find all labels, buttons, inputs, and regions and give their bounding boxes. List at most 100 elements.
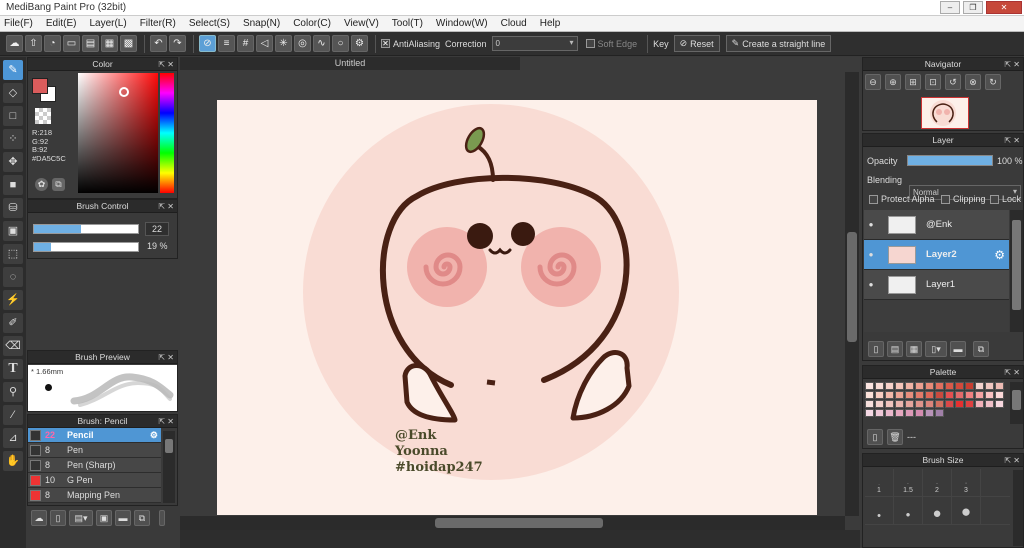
primary-color-swatch[interactable] (32, 78, 48, 94)
redo-icon[interactable]: ↷ (169, 35, 186, 52)
vanishing-point-icon[interactable]: ◁ (256, 35, 273, 52)
panel-controls-icon[interactable]: ⇱ ✕ (158, 200, 174, 213)
palette-swatch[interactable] (985, 382, 994, 390)
rotate-right-icon[interactable]: ↻ (985, 74, 1001, 90)
new-halftone-layer-icon[interactable]: ▤ (887, 341, 903, 357)
select-eraser-tool-icon[interactable]: ⌫ (3, 336, 23, 356)
menu-color[interactable]: Color(C) (293, 18, 331, 29)
palette-swatch[interactable] (875, 382, 884, 390)
palette-swatch[interactable] (885, 409, 894, 417)
cloud-icon[interactable]: ☁ (6, 35, 23, 52)
brush-tool-icon[interactable]: ✎ (3, 60, 23, 80)
visibility-eye-icon[interactable]: ● (864, 250, 878, 259)
palette-swatch[interactable] (975, 382, 984, 390)
eraser-tool-icon[interactable]: ◇ (3, 83, 23, 103)
close-button[interactable]: ✕ (986, 1, 1022, 14)
brush-size-option[interactable]: ● (923, 497, 952, 525)
panel-controls-icon[interactable]: ⇱ ✕ (158, 351, 174, 364)
palette-swatch[interactable] (925, 391, 934, 399)
palette-swatch[interactable] (895, 382, 904, 390)
brush-size-option[interactable]: · 1.5 (894, 469, 923, 497)
grid-icon[interactable]: ▩ (120, 35, 137, 52)
palette-swatch[interactable] (905, 409, 914, 417)
brush-size-scrollbar[interactable] (1013, 470, 1023, 546)
rotate-reset-icon[interactable]: ⊗ (965, 74, 981, 90)
palette-swatch[interactable] (995, 382, 1004, 390)
scroll-thumb[interactable] (1012, 220, 1021, 310)
palette-swatch[interactable] (945, 391, 954, 399)
color-wheel-icon[interactable]: ✿ (35, 178, 48, 191)
palette-swatch[interactable] (905, 400, 914, 408)
collapse-handle-icon[interactable] (159, 510, 165, 526)
correction-select[interactable]: 0 (491, 36, 578, 51)
layout-icon[interactable]: ▦ (101, 35, 118, 52)
folder-icon[interactable]: ▬ (950, 341, 966, 357)
palette-swatch[interactable] (885, 391, 894, 399)
hand-tool-icon[interactable]: ✋ (3, 451, 23, 471)
document-tab[interactable]: Untitled (180, 57, 520, 70)
radial-snap-icon[interactable]: ✳ (275, 35, 292, 52)
fill-rectangle-tool-icon[interactable]: ■ (3, 175, 23, 195)
brush-size-option[interactable]: • (894, 497, 923, 525)
menu-cloud[interactable]: Cloud (501, 18, 527, 29)
select-tool-icon[interactable]: ⬚ (3, 244, 23, 264)
menu-help[interactable]: Help (540, 18, 561, 29)
circle-snap-icon[interactable]: ◎ (294, 35, 311, 52)
scroll-thumb[interactable] (435, 518, 603, 528)
palette-swatch[interactable] (865, 382, 874, 390)
palette-swatch[interactable] (925, 400, 934, 408)
panel-controls-icon[interactable]: ⇱ ✕ (158, 415, 174, 428)
layer-row[interactable]: ● @Enk (864, 210, 1009, 240)
actual-size-icon[interactable]: ⊡ (925, 74, 941, 90)
panel-controls-icon[interactable]: ⇱ ✕ (158, 58, 174, 71)
panel-controls-icon[interactable]: ⇱ ✕ (1004, 58, 1020, 71)
palette-icon[interactable]: ⧉ (52, 178, 65, 191)
brush-size-option[interactable]: · 3 (952, 469, 981, 497)
rectangle-tool-icon[interactable]: □ (3, 106, 23, 126)
upload-icon[interactable]: ⇧ (25, 35, 42, 52)
palette-scrollbar[interactable] (1010, 382, 1023, 424)
new-brush-icon[interactable]: ▯ (50, 510, 66, 526)
palette-swatch[interactable] (935, 400, 944, 408)
visibility-eye-icon[interactable]: ● (864, 280, 878, 289)
menu-tool[interactable]: Tool(T) (392, 18, 423, 29)
brush-item[interactable]: 22 Pencil ⚙ (28, 428, 161, 443)
palette-swatch[interactable] (895, 400, 904, 408)
palette-swatch[interactable] (995, 391, 1004, 399)
move-tool-icon[interactable]: ✥ (3, 152, 23, 172)
palette-swatch[interactable] (895, 391, 904, 399)
lock-checkbox[interactable] (990, 194, 999, 204)
scroll-thumb[interactable] (165, 439, 173, 453)
menu-filter[interactable]: Filter(R) (140, 18, 176, 29)
palette-swatch[interactable] (945, 400, 954, 408)
palette-swatch[interactable] (975, 400, 984, 408)
trash-icon[interactable]: 🗑 (887, 429, 903, 445)
add-layer-dropdown-icon[interactable]: ▯▾ (925, 341, 947, 357)
parallel-snap-icon[interactable]: ≡ (218, 35, 235, 52)
saturation-value-picker[interactable] (78, 73, 158, 193)
palette-swatch[interactable] (865, 409, 874, 417)
zoom-out-icon[interactable]: ⊖ (865, 74, 881, 90)
color-picker-cursor[interactable] (119, 87, 129, 97)
curve-snap-icon[interactable]: ∿ (313, 35, 330, 52)
brush-item[interactable]: 8 Pen (28, 443, 161, 458)
maximize-button[interactable]: ❐ (963, 1, 983, 14)
brush-size-option[interactable]: • (865, 497, 894, 525)
new-1bit-layer-icon[interactable]: ▦ (906, 341, 922, 357)
snap-off-icon[interactable]: ⊘ (199, 35, 216, 52)
hue-slider[interactable] (160, 73, 174, 193)
palette-swatch[interactable] (985, 391, 994, 399)
palette-swatch[interactable] (865, 400, 874, 408)
brush-item[interactable]: 8 Mapping Pen (28, 488, 161, 503)
palette-swatch[interactable] (945, 382, 954, 390)
ellipse-snap-icon[interactable]: ○ (332, 35, 349, 52)
gradient-tool-icon[interactable]: ▣ (3, 221, 23, 241)
navigator-thumbnail[interactable] (921, 97, 969, 129)
brush-item[interactable]: 8 Pen (Sharp) (28, 458, 161, 473)
speech-bubble-icon[interactable]: ▭ (63, 35, 80, 52)
rotate-left-icon[interactable]: ↺ (945, 74, 961, 90)
menu-window[interactable]: Window(W) (436, 18, 488, 29)
antialiasing-checkbox[interactable]: ✕ (381, 39, 390, 48)
soft-edge-checkbox[interactable] (585, 39, 595, 48)
palette-swatch[interactable] (965, 400, 974, 408)
